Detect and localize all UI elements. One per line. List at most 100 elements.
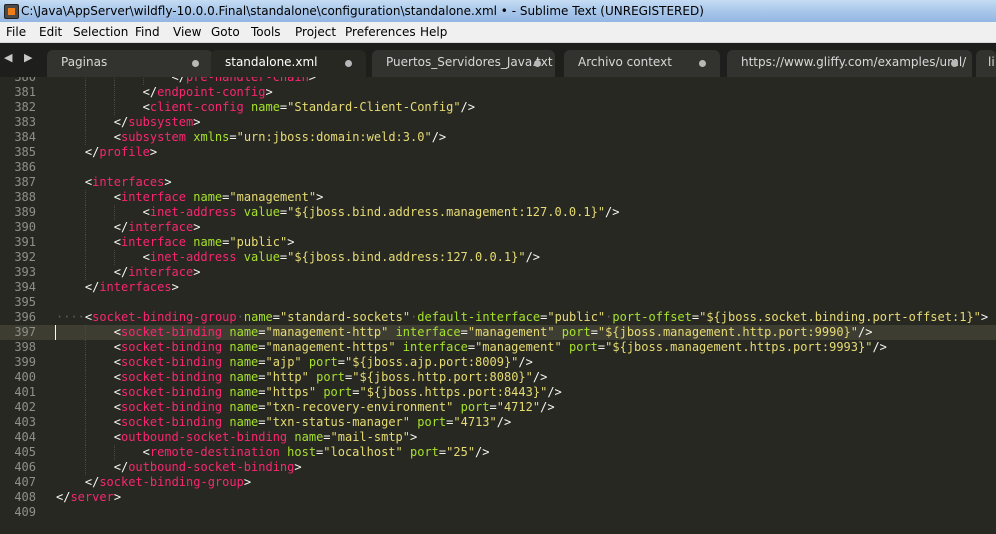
code-line[interactable]: 390 </interface> (0, 220, 996, 235)
code-token: = (229, 130, 237, 144)
code-editor[interactable]: 380 </pre-handler-chain> 381 </endpoint-con… (0, 77, 996, 534)
code-token: /> (518, 355, 533, 369)
code-line[interactable]: 402 <socket-binding name="txn-recovery-en… (0, 400, 996, 415)
code-line[interactable]: 403 <socket-binding name="txn-status-mana… (0, 415, 996, 430)
menu-edit[interactable]: Edit (39, 22, 62, 42)
code-line[interactable]: 388 <interface name="management"> (0, 190, 996, 205)
code-token: socket-binding (120, 415, 223, 429)
code-line[interactable]: 395 (0, 295, 996, 310)
code-token: /> (858, 325, 873, 339)
line-number: 402 (14, 400, 36, 414)
indent-guide (85, 355, 87, 370)
code-token: "mail-smtp" (330, 430, 411, 444)
code-line[interactable]: 393 </interface> (0, 265, 996, 280)
indent-guide (85, 265, 87, 280)
unsaved-dot-icon[interactable] (534, 60, 541, 67)
text-caret (55, 325, 56, 340)
unsaved-dot-icon[interactable] (699, 60, 706, 67)
code-line[interactable]: 381 </endpoint-config> (0, 85, 996, 100)
menu-tools[interactable]: Tools (251, 22, 281, 42)
code-line[interactable]: 389 <inet-address value="${jboss.bind.add… (0, 205, 996, 220)
tab-gliffy-url[interactable]: https://www.gliffy.com/examples/uml/ (727, 50, 972, 77)
code-line[interactable]: 384 <subsystem xmlns="urn:jboss:domain:we… (0, 130, 996, 145)
code-token: subsystem (128, 115, 194, 129)
unsaved-dot-icon[interactable] (951, 60, 958, 67)
code-line[interactable]: 385 </profile> (0, 145, 996, 160)
code-line[interactable]: 405 <remote-destination host="localhost" … (0, 445, 996, 460)
tab-standalone-xml[interactable]: standalone.xml (211, 50, 366, 77)
menu-bar: File Edit Selection Find View Goto Tools… (0, 22, 996, 43)
menu-preferences[interactable]: Preferences (345, 22, 416, 42)
menu-find[interactable]: Find (135, 22, 160, 42)
code-token: > (113, 490, 122, 504)
code-token: port-offset (612, 310, 692, 324)
code-line[interactable]: 409 (0, 505, 996, 520)
code-token: </ (171, 77, 186, 84)
menu-project[interactable]: Project (295, 22, 336, 42)
tab-paginas[interactable]: Paginas (47, 50, 213, 77)
code-line[interactable]: 382 <client-config name="Standard-Client-… (0, 100, 996, 115)
code-token: "http" (265, 370, 309, 384)
line-number: 408 (14, 490, 36, 504)
menu-goto[interactable]: Goto (211, 22, 240, 42)
tab-archivo-context[interactable]: Archivo context (564, 50, 720, 77)
line-number: 393 (14, 265, 36, 279)
code-line[interactable]: 386 (0, 160, 996, 175)
code-line[interactable]: 394 </interfaces> (0, 280, 996, 295)
menu-help[interactable]: Help (420, 22, 447, 42)
code-token: endpoint-config (157, 85, 266, 99)
code-token: = (258, 325, 266, 339)
menu-view[interactable]: View (173, 22, 201, 42)
code-token: interfaces (92, 175, 165, 189)
code-line[interactable]: 400 <socket-binding name="http" port="${j… (0, 370, 996, 385)
menu-file[interactable]: File (6, 22, 26, 42)
code-text: </profile> (85, 145, 157, 160)
code-token: "txn-status-manager" (265, 415, 411, 429)
code-text: </outbound-socket-binding> (114, 460, 302, 475)
code-line[interactable]: 396 ····<socket-binding-group·name="stand… (0, 310, 996, 325)
code-text: </server> (56, 490, 121, 505)
unsaved-dot-icon[interactable] (345, 60, 352, 67)
line-number: 400 (14, 370, 36, 384)
tab-puertos-servidores[interactable]: Puertos_Servidores_Java.txt (372, 50, 555, 77)
code-line[interactable]: 407 </socket-binding-group> (0, 475, 996, 490)
code-text: <inet-address value="${jboss.bind.addres… (143, 250, 540, 265)
code-token: interface (395, 325, 461, 339)
code-line[interactable]: 391 <interface name="public"> (0, 235, 996, 250)
indent-guide (85, 85, 87, 100)
code-token: = (460, 325, 468, 339)
code-token: </ (113, 220, 129, 234)
code-token: default-interface (417, 310, 541, 324)
indent-guide (85, 130, 87, 145)
code-line[interactable]: 380 </pre-handler-chain> (0, 77, 996, 85)
code-line[interactable]: 392 <inet-address value="${jboss.bind.add… (0, 250, 996, 265)
code-text: </interface> (114, 220, 201, 235)
code-token: interfaces (99, 280, 172, 294)
code-token: "${jboss.bind.address.management:127.0.0… (287, 205, 606, 219)
tab-nav-arrows-icon[interactable]: ◀ ▶ (4, 51, 36, 64)
code-token: "${jboss.socket.binding.port-offset:1}" (699, 310, 981, 324)
indent-guide (114, 100, 116, 115)
menu-selection[interactable]: Selection (73, 22, 128, 42)
code-line[interactable]: 401 <socket-binding name="https" port="${… (0, 385, 996, 400)
line-number: 389 (14, 205, 36, 219)
code-line[interactable]: 383 </subsystem> (0, 115, 996, 130)
tab-label: li (988, 55, 995, 69)
code-token: /> (475, 445, 490, 459)
line-number: 388 (14, 190, 36, 204)
tab-truncated[interactable]: li (976, 50, 996, 77)
code-line[interactable]: 398 <socket-binding name="management-http… (0, 340, 996, 355)
code-line[interactable]: 404 <outbound-socket-binding name="mail-s… (0, 430, 996, 445)
tab-bar: ◀ ▶ Paginas standalone.xml Puertos_Servi… (0, 43, 996, 77)
code-text: <interface name="public"> (114, 235, 295, 250)
indent-guide (85, 400, 87, 415)
code-line[interactable]: 406 </outbound-socket-binding> (0, 460, 996, 475)
code-line[interactable]: 387 <interfaces> (0, 175, 996, 190)
unsaved-dot-icon[interactable] (192, 60, 199, 67)
code-line[interactable]: 399 <socket-binding name="ajp" port="${jb… (0, 355, 996, 370)
code-line[interactable]: 408 </server> (0, 490, 996, 505)
code-token: value (243, 205, 280, 219)
sublime-app-icon[interactable] (4, 4, 19, 19)
code-line[interactable]: 397 <socket-binding name="management-http… (0, 325, 996, 340)
line-number: 405 (14, 445, 36, 459)
